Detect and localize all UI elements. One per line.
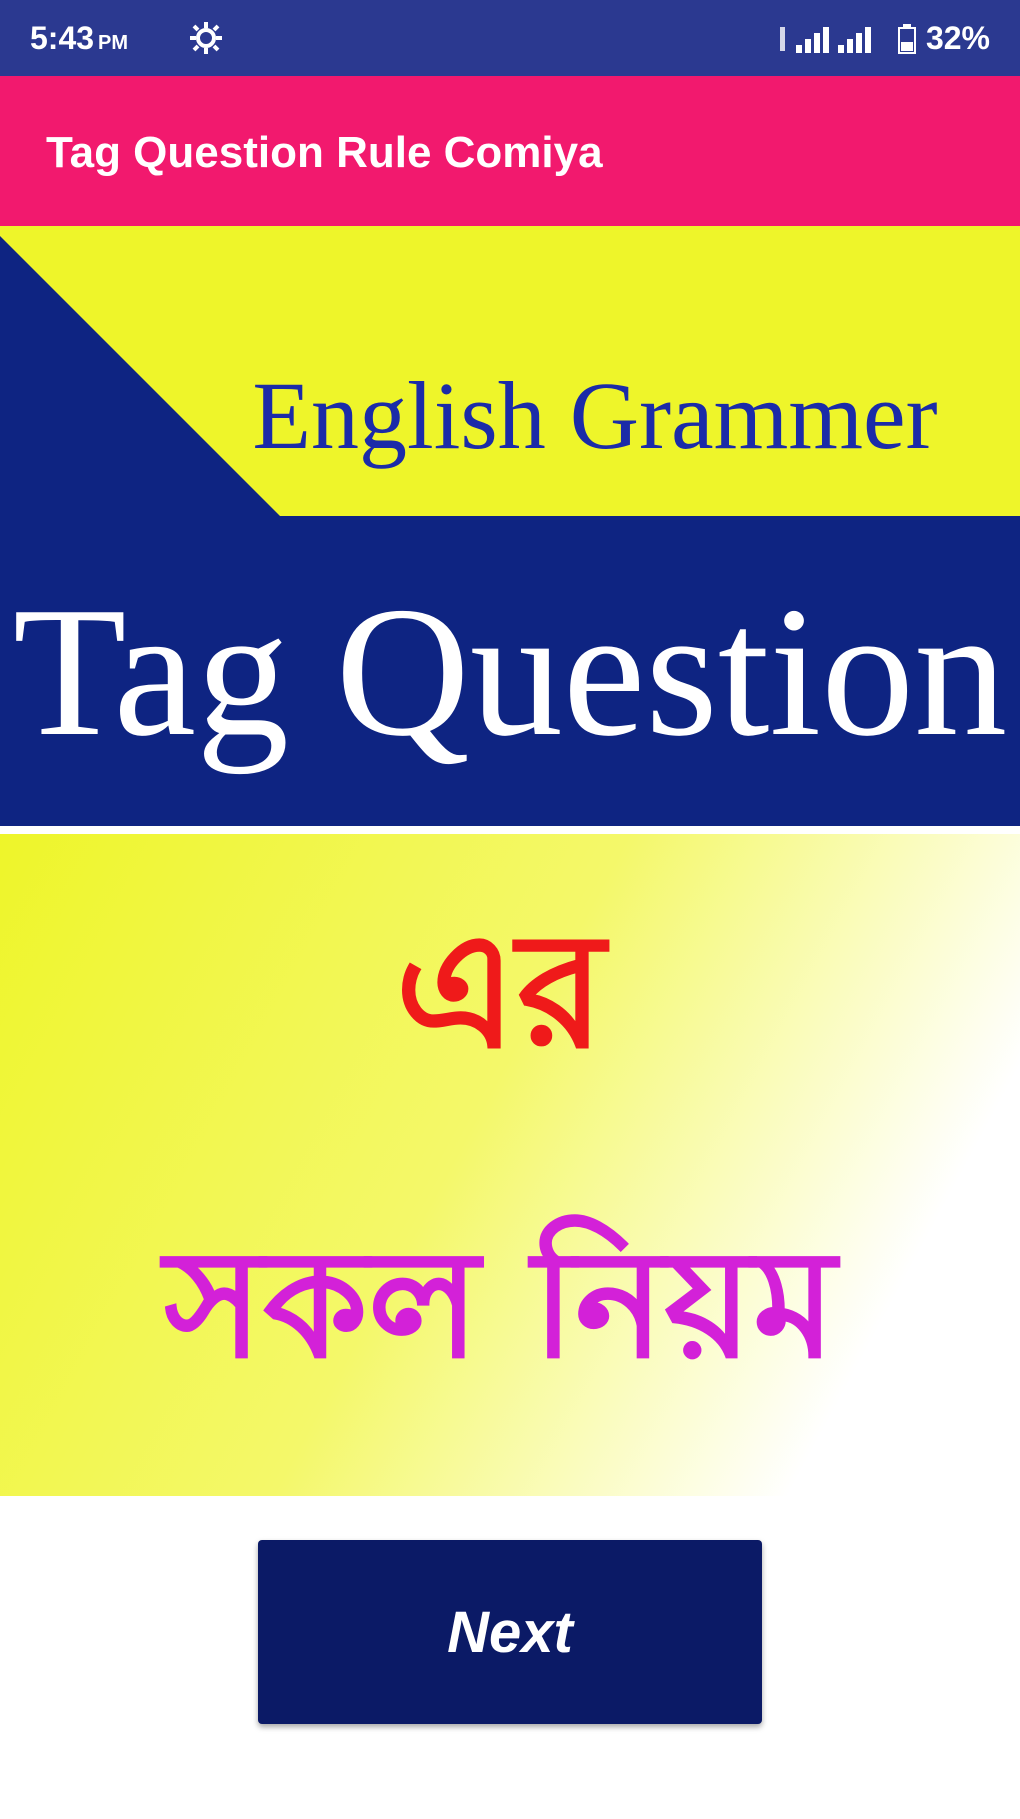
status-bar: 5:43 PM 32% xyxy=(0,0,1020,76)
app-bar: Tag Question Rule Comiya xyxy=(0,76,1020,226)
battery-icon xyxy=(897,23,916,54)
battery-percent: 32% xyxy=(925,20,990,56)
banner-title: Tag Question xyxy=(13,569,1007,775)
banner-image: English Grammer Tag Question এর সকল নিয়… xyxy=(0,226,1020,1496)
banner-separator xyxy=(0,826,1020,834)
next-button[interactable]: Next xyxy=(258,1540,762,1724)
settings-icon xyxy=(190,22,222,54)
status-time: 5:43 PM xyxy=(30,20,128,57)
banner-subtitle: English Grammer xyxy=(252,362,937,469)
status-time-value: 5:43 xyxy=(30,20,95,56)
status-time-ampm: PM xyxy=(98,32,129,54)
banner-bangla-line2: সকল নিয়ম xyxy=(159,1214,841,1392)
app-title: Tag Question Rule Comiya xyxy=(46,128,603,177)
banner-bangla-line1: এর xyxy=(395,897,610,1084)
status-right-group: 32% xyxy=(778,20,990,57)
signal-icon xyxy=(779,26,871,53)
